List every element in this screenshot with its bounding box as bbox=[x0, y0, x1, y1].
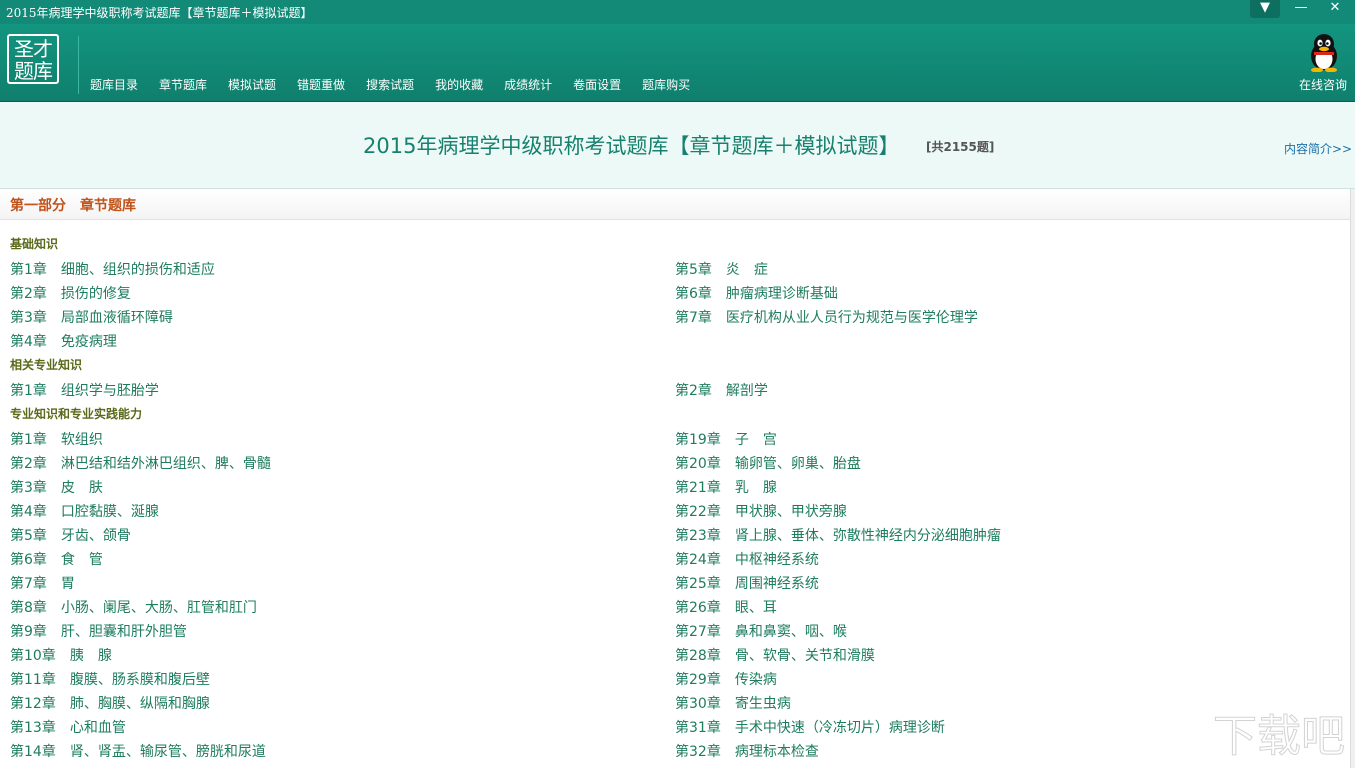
chapter-link[interactable]: 第2章 解剖学 bbox=[675, 380, 768, 400]
chapter-link[interactable]: 第28章 骨、软骨、关节和滑膜 bbox=[675, 645, 875, 665]
chapter-link[interactable]: 第31章 手术中快速（冷冻切片）病理诊断 bbox=[675, 717, 945, 737]
chapter-link[interactable]: 第5章 炎 症 bbox=[675, 259, 768, 279]
dropdown-menu-icon[interactable]: ▼ bbox=[1250, 0, 1280, 18]
chapter-link[interactable]: 第1章 软组织 bbox=[10, 429, 103, 449]
chapter-link[interactable]: 第9章 肝、胆囊和肝外胆管 bbox=[10, 621, 187, 641]
app-logo: 圣才 题库 bbox=[7, 34, 59, 84]
category-heading: 相关专业知识 bbox=[10, 358, 83, 372]
chapter-link[interactable]: 第13章 心和血管 bbox=[10, 717, 126, 737]
nav-item[interactable]: 题库目录 bbox=[90, 76, 138, 93]
chapter-link[interactable]: 第22章 甲状腺、甲状旁腺 bbox=[675, 501, 847, 521]
chapter-list: 基础知识第1章 细胞、组织的损伤和适应 第2章 损伤的修复第3章 局部血液循环障碍… bbox=[0, 220, 1350, 768]
nav-item[interactable]: 模拟试题 bbox=[228, 76, 276, 93]
nav-item[interactable]: 我的收藏 bbox=[435, 76, 483, 93]
chapter-link[interactable]: 第2章 淋巴结和结外淋巴组织、脾、骨髓 bbox=[10, 453, 271, 473]
section-title: 第一部分 章节题库 bbox=[10, 198, 136, 214]
chapter-link[interactable]: 第32章 病理标本检查 bbox=[675, 741, 819, 761]
chapter-link[interactable]: 第29章 传染病 bbox=[675, 669, 777, 689]
nav-item[interactable]: 题库购买 bbox=[642, 76, 690, 93]
chapter-link[interactable]: 第20章 输卵管、卵巢、胎盘 bbox=[675, 453, 861, 473]
logo-line1: 圣才 bbox=[14, 37, 53, 61]
qq-penguin-icon[interactable] bbox=[1306, 32, 1342, 72]
chapter-link[interactable]: 第6章 食 管 bbox=[10, 549, 103, 569]
chapter-link[interactable]: 第14章 肾、肾盂、输尿管、膀胱和尿道 bbox=[10, 741, 266, 761]
chapter-link[interactable]: 第1章 组织学与胚胎学 bbox=[10, 380, 159, 400]
chapter-link[interactable]: 第4章 口腔黏膜、涎腺 bbox=[10, 501, 159, 521]
chapter-link[interactable]: 第19章 子 宫 bbox=[675, 429, 777, 449]
nav-item[interactable]: 搜索试题 bbox=[366, 76, 414, 93]
chapter-link[interactable]: 第30章 寄生虫病 bbox=[675, 693, 791, 713]
chapter-link[interactable]: 第7章 医疗机构从业人员行为规范与医学伦理学 bbox=[675, 307, 978, 327]
nav-item[interactable]: 卷面设置 bbox=[573, 76, 621, 93]
category-heading: 专业知识和专业实践能力 bbox=[10, 407, 143, 421]
chapter-link[interactable]: 第26章 眼、耳 bbox=[675, 597, 777, 617]
main-nav: 题库目录 章节题库 模拟试题 错题重做 搜索试题 我的收藏 成绩统计 卷面设置 题库购买 bbox=[90, 76, 711, 93]
chapter-link[interactable]: 第12章 肺、胸膜、纵隔和胸腺 bbox=[10, 693, 210, 713]
chapter-link[interactable]: 第4章 免疫病理 bbox=[10, 331, 117, 351]
chapter-link[interactable]: 第3章 皮 肤 bbox=[10, 477, 103, 497]
vertical-scrollbar[interactable] bbox=[1350, 189, 1355, 768]
chapter-link[interactable]: 第2章 损伤的修复 bbox=[10, 283, 131, 303]
nav-item[interactable]: 成绩统计 bbox=[504, 76, 552, 93]
chapter-link[interactable]: 第10章 胰 腺 bbox=[10, 645, 112, 665]
question-count: [共2155题] bbox=[926, 140, 995, 154]
chapter-link[interactable]: 第11章 腹膜、肠系膜和腹后壁 bbox=[10, 669, 210, 689]
chapter-link[interactable]: 第7章 胃 bbox=[10, 573, 75, 593]
page-title: 2015年病理学中级职称考试题库【章节题库＋模拟试题】 bbox=[363, 134, 900, 158]
main-toolbar: 圣才 题库 题库目录 章节题库 模拟试题 错题重做 搜索试题 我的收藏 成绩统计 卷面设置 题库… bbox=[0, 24, 1355, 102]
chapter-link[interactable]: 第6章 肿瘤病理诊断基础 bbox=[675, 283, 838, 303]
nav-item[interactable]: 错题重做 bbox=[297, 76, 345, 93]
page-header: 2015年病理学中级职称考试题库【章节题库＋模拟试题】 [共2155题] 内容简… bbox=[0, 102, 1355, 189]
online-consult-link[interactable]: 在线咨询 bbox=[1299, 76, 1347, 93]
title-bar: 2015年病理学中级职称考试题库【章节题库＋模拟试题】 ▼ — ✕ bbox=[0, 0, 1355, 24]
chapter-link[interactable]: 第23章 肾上腺、垂体、弥散性神经内分泌细胞肿瘤 bbox=[675, 525, 1001, 545]
nav-item[interactable]: 章节题库 bbox=[159, 76, 207, 93]
chapter-link[interactable]: 第21章 乳 腺 bbox=[675, 477, 777, 497]
chapter-link[interactable]: 第25章 周围神经系统 bbox=[675, 573, 819, 593]
chapter-link[interactable]: 第27章 鼻和鼻窦、咽、喉 bbox=[675, 621, 847, 641]
chapter-link[interactable]: 第5章 牙齿、颌骨 bbox=[10, 525, 131, 545]
logo-line2: 题库 bbox=[14, 59, 53, 83]
window-title: 2015年病理学中级职称考试题库【章节题库＋模拟试题】 bbox=[6, 6, 313, 20]
close-icon[interactable]: ✕ bbox=[1320, 0, 1350, 18]
section-header: 第一部分 章节题库 bbox=[0, 189, 1350, 220]
watermark-logo: 下载吧 bbox=[1213, 711, 1346, 763]
chapter-link[interactable]: 第8章 小肠、阑尾、大肠、肛管和肛门 bbox=[10, 597, 257, 617]
category-heading: 基础知识 bbox=[10, 237, 59, 251]
chapter-link[interactable]: 第3章 局部血液循环障碍 bbox=[10, 307, 173, 327]
chapter-link[interactable]: 第1章 细胞、组织的损伤和适应 bbox=[10, 259, 215, 279]
intro-link[interactable]: 内容简介>> bbox=[1284, 140, 1352, 157]
toolbar-divider bbox=[78, 36, 79, 94]
chapter-link[interactable]: 第24章 中枢神经系统 bbox=[675, 549, 819, 569]
minimize-icon[interactable]: — bbox=[1286, 0, 1316, 18]
